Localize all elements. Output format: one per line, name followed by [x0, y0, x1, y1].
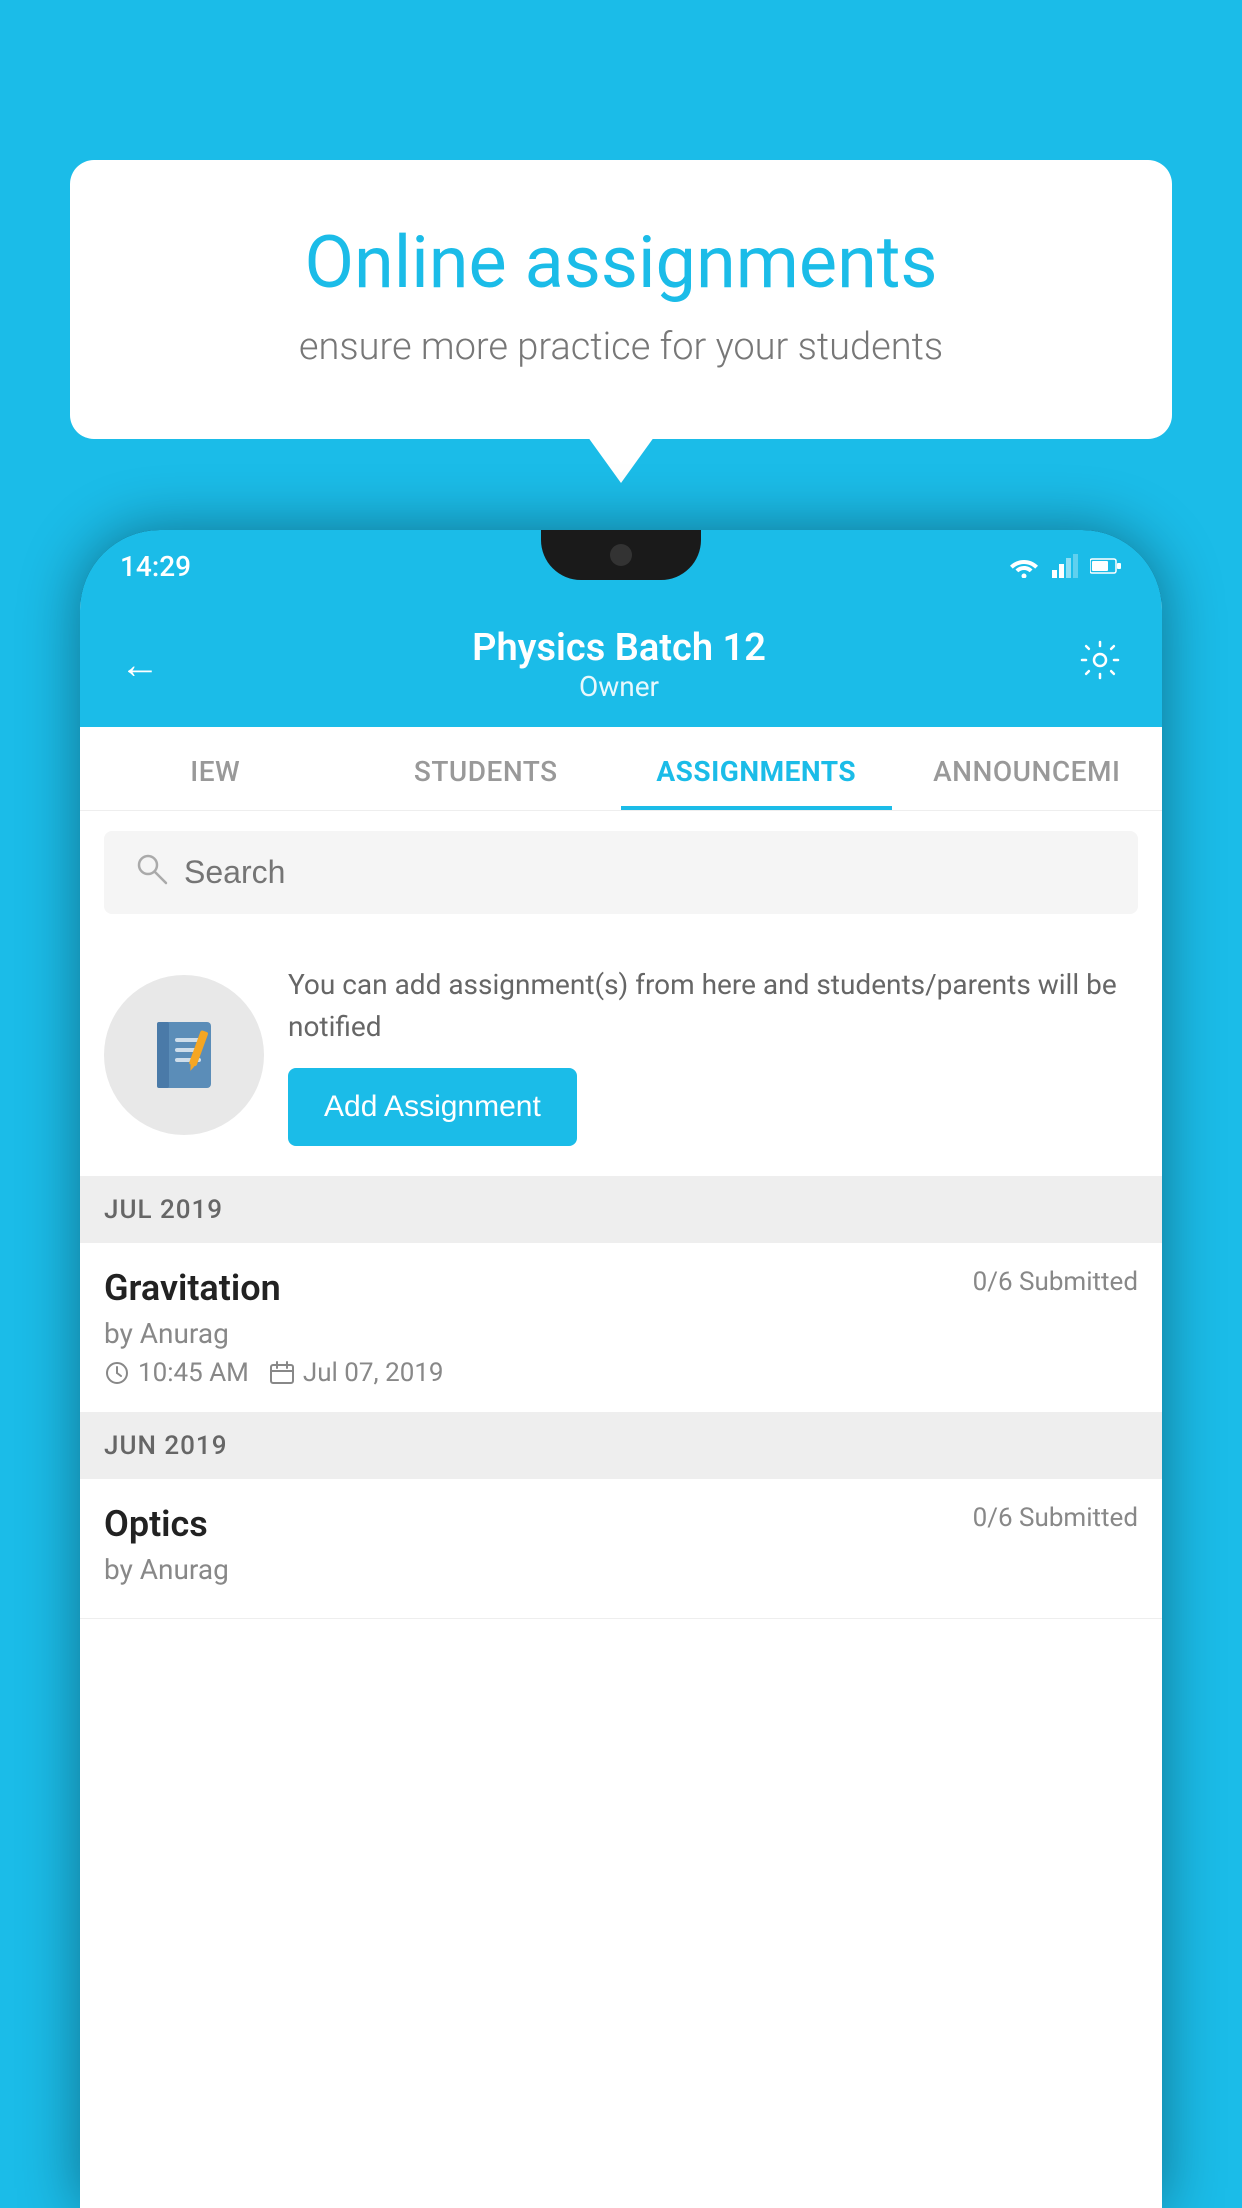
speech-bubble-title: Online assignments — [140, 220, 1102, 305]
speech-bubble: Online assignments ensure more practice … — [70, 160, 1172, 439]
tabs-bar: IEW STUDENTS ASSIGNMENTS ANNOUNCEMI — [80, 727, 1162, 811]
tab-students[interactable]: STUDENTS — [351, 727, 622, 810]
tab-announcements[interactable]: ANNOUNCEMI — [892, 727, 1163, 810]
wifi-icon — [1008, 554, 1040, 578]
assignment-meta: 10:45 AM Jul 07, 2019 — [104, 1358, 1138, 1388]
assignment-title: Gravitation — [104, 1267, 281, 1309]
assignment-time: 10:45 AM — [104, 1358, 249, 1388]
assignment-optics-title: Optics — [104, 1503, 208, 1545]
search-container — [80, 811, 1162, 934]
search-icon — [134, 851, 168, 894]
empty-state: You can add assignment(s) from here and … — [80, 934, 1162, 1177]
speech-bubble-subtitle: ensure more practice for your students — [140, 325, 1102, 369]
speech-bubble-container: Online assignments ensure more practice … — [70, 160, 1172, 439]
assignment-optics-author: by Anurag — [104, 1553, 1138, 1586]
status-bar: 14:29 — [80, 530, 1162, 602]
section-jun-2019: JUN 2019 — [80, 1413, 1162, 1479]
empty-state-description: You can add assignment(s) from here and … — [288, 964, 1138, 1048]
assignment-submitted: 0/6 Submitted — [973, 1267, 1138, 1297]
assignment-author: by Anurag — [104, 1317, 1138, 1350]
clock-icon — [104, 1360, 130, 1386]
signal-icon — [1052, 554, 1078, 578]
tab-assignments[interactable]: ASSIGNMENTS — [621, 727, 892, 810]
search-input-wrapper — [104, 831, 1138, 914]
search-input[interactable] — [184, 854, 1108, 891]
phone-frame: 14:29 — [80, 530, 1162, 2208]
calendar-icon — [269, 1360, 295, 1386]
header-title-block: Physics Batch 12 Owner — [472, 626, 766, 703]
app-content: ← Physics Batch 12 Owner IEW STUDENTS AS… — [80, 602, 1162, 2208]
app-header: ← Physics Batch 12 Owner — [80, 602, 1162, 727]
phone-notch — [541, 530, 701, 580]
phone-camera — [610, 544, 632, 566]
assignment-date: Jul 07, 2019 — [269, 1358, 444, 1388]
status-time: 14:29 — [120, 550, 191, 583]
section-jul-2019: JUL 2019 — [80, 1177, 1162, 1243]
add-assignment-button[interactable]: Add Assignment — [288, 1068, 577, 1146]
assignment-placeholder-icon — [104, 975, 264, 1135]
tab-iew[interactable]: IEW — [80, 727, 351, 810]
header-subtitle: Owner — [472, 670, 766, 703]
back-button[interactable]: ← — [120, 641, 160, 688]
assignment-optics-top: Optics 0/6 Submitted — [104, 1503, 1138, 1545]
battery-icon — [1090, 557, 1122, 575]
settings-icon[interactable] — [1078, 638, 1122, 692]
empty-state-text: You can add assignment(s) from here and … — [288, 964, 1138, 1146]
assignment-top: Gravitation 0/6 Submitted — [104, 1267, 1138, 1309]
assignment-optics[interactable]: Optics 0/6 Submitted by Anurag — [80, 1479, 1162, 1619]
header-title: Physics Batch 12 — [472, 626, 766, 670]
assignment-gravitation[interactable]: Gravitation 0/6 Submitted by Anurag 10:4… — [80, 1243, 1162, 1413]
assignment-optics-submitted: 0/6 Submitted — [973, 1503, 1138, 1533]
status-icons — [1008, 554, 1122, 578]
